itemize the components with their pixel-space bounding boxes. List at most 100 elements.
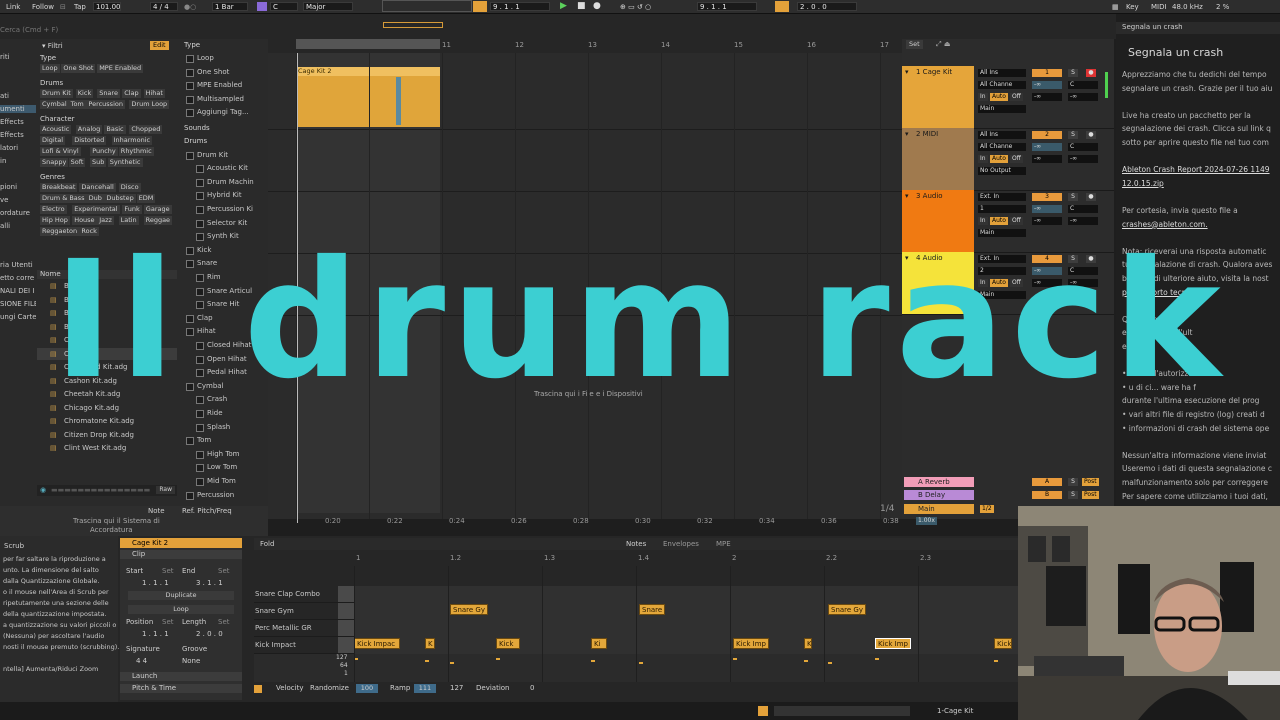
checkbox[interactable] <box>196 205 204 214</box>
monitor-off-button[interactable]: Off <box>1010 155 1023 163</box>
loop-start-field[interactable]: 9 . 1 . 1 <box>697 2 757 11</box>
filter-tag[interactable]: Distorted <box>72 136 107 145</box>
set-button[interactable]: Set <box>906 40 923 49</box>
drum-pad-lane[interactable]: Kick Impact <box>254 637 354 654</box>
filter-tag[interactable]: One Shot <box>61 64 96 73</box>
filter-tag[interactable]: Jazz <box>97 216 114 225</box>
note-snare[interactable]: Snare <box>639 604 665 615</box>
filter-tag[interactable]: Dancehall <box>79 183 116 192</box>
send-a-field[interactable]: -∞ <box>1032 217 1062 225</box>
note-snare[interactable]: Snare Gy <box>828 604 866 615</box>
key-select[interactable]: C <box>270 2 298 11</box>
drum-pad-lane[interactable]: Snare Clap Combo <box>254 586 354 603</box>
velocity-mark[interactable] <box>496 658 500 660</box>
metronome-icon[interactable]: ●○ <box>184 3 196 11</box>
send-b-field[interactable]: -∞ <box>1068 155 1098 163</box>
checkbox[interactable] <box>186 437 194 446</box>
pad-preview-button[interactable] <box>338 637 354 653</box>
randomize-button[interactable]: Randomize <box>310 685 349 692</box>
track-header[interactable]: ▾ 2 MIDI <box>902 128 974 190</box>
follow-button[interactable]: Follow <box>32 3 54 11</box>
filter-tag[interactable]: Drum Loop <box>129 100 170 109</box>
link-button[interactable]: Link <box>6 3 20 11</box>
record-icon[interactable]: ● <box>593 1 601 11</box>
loop-toggle-icon[interactable] <box>775 1 789 12</box>
filter-tag[interactable]: Chopped <box>129 125 163 134</box>
clip-section[interactable]: Clip <box>132 551 145 558</box>
tab-notes[interactable]: Notes <box>626 541 646 548</box>
pan-field[interactable]: C <box>1068 81 1098 89</box>
return-header[interactable]: B Delay <box>904 490 974 500</box>
filter-tag[interactable]: Kick <box>75 89 94 98</box>
ramp-button[interactable]: Ramp <box>390 685 410 692</box>
length-set-button[interactable]: Set <box>218 619 230 626</box>
filter-tag[interactable]: Hip Hop <box>40 216 70 225</box>
velocity-mark[interactable] <box>591 660 595 662</box>
fold-button[interactable]: Fold <box>260 541 274 548</box>
loop-length-field[interactable]: 2 . 0 . 0 <box>797 2 857 11</box>
checkbox[interactable] <box>196 464 204 473</box>
velocity-mark[interactable] <box>994 660 998 662</box>
output-select[interactable]: Main <box>978 105 1026 113</box>
monitor-off-button[interactable]: Off <box>1010 217 1023 225</box>
panel-link[interactable]: 12.0.15.zip <box>1122 179 1164 188</box>
arm-button[interactable]: ● <box>1086 69 1096 77</box>
scale-select[interactable]: Major <box>303 2 353 11</box>
tempo-field[interactable]: 101.00 <box>93 2 121 11</box>
input-channel-select[interactable]: 1 <box>978 205 1026 213</box>
pad-preview-button[interactable] <box>338 586 354 602</box>
end-set-button[interactable]: Set <box>218 568 230 575</box>
track-number[interactable]: 3 <box>1032 193 1062 201</box>
filter-tag[interactable]: Soft <box>68 158 86 167</box>
note-kick[interactable]: Kick <box>994 638 1012 649</box>
track-number[interactable]: 1 <box>1032 69 1062 77</box>
monitor-off-button[interactable]: Off <box>1010 93 1023 101</box>
filter-tag[interactable]: Acoustic <box>40 125 72 134</box>
tab-mpe[interactable]: MPE <box>716 541 731 548</box>
filter-tag[interactable]: Clap <box>122 89 141 98</box>
pitch-time-section[interactable]: Pitch & Time <box>132 685 176 692</box>
filter-tag[interactable]: Basic <box>104 125 126 134</box>
post-button[interactable]: Post <box>1082 478 1099 486</box>
input-type-select[interactable]: All Ins <box>978 69 1026 77</box>
filter-tag[interactable]: EDM <box>136 194 156 203</box>
output-select[interactable]: No Output <box>978 167 1026 175</box>
loop-button[interactable]: Loop <box>128 605 234 614</box>
return-header[interactable]: A Reverb <box>904 477 974 487</box>
pan-field[interactable]: C <box>1068 143 1098 151</box>
input-channel-select[interactable]: All Channe <box>978 143 1026 151</box>
position-field[interactable]: 1 . 1 . 1 <box>142 631 169 638</box>
filter-tag[interactable]: Punchy <box>90 147 118 156</box>
track-fold-icon[interactable]: ▾ <box>905 130 909 138</box>
filter-tag[interactable]: MPE Enabled <box>97 64 144 73</box>
post-button[interactable]: Post <box>1082 491 1099 499</box>
monitor-in-button[interactable]: In <box>978 217 988 225</box>
volume-field[interactable]: -∞ <box>1032 143 1062 151</box>
monitor-in-button[interactable]: In <box>978 93 988 101</box>
velocity-mark[interactable] <box>450 662 454 664</box>
filter-tag[interactable]: Snare <box>97 89 120 98</box>
checkbox[interactable] <box>186 95 194 104</box>
overview-window[interactable] <box>383 22 443 28</box>
file-row[interactable]: ▤ Clint West Kit.adg <box>37 442 177 454</box>
checkbox[interactable] <box>196 192 204 201</box>
main-header[interactable]: Main <box>904 504 974 514</box>
start-set-button[interactable]: Set <box>162 568 174 575</box>
tab-envelopes[interactable]: Envelopes <box>663 541 699 548</box>
position-field[interactable]: 9 . 1 . 1 <box>490 2 550 11</box>
filter-tag[interactable]: Latin <box>118 216 139 225</box>
monitor-auto-button[interactable]: Auto <box>990 217 1008 225</box>
filter-tag[interactable]: Inharmonic <box>111 136 153 145</box>
checkbox[interactable] <box>186 151 194 160</box>
play-icon[interactable]: ▶ <box>560 1 567 11</box>
pad-preview-button[interactable] <box>338 603 354 619</box>
search-field[interactable]: Cerca (Cmd + F) <box>0 27 58 34</box>
scale-icon[interactable] <box>257 2 267 11</box>
filter-tag[interactable]: Garage <box>143 205 172 214</box>
checkbox[interactable] <box>186 55 194 63</box>
ramp-end-field[interactable]: 127 <box>450 685 463 692</box>
filter-tag[interactable]: Reggae <box>143 216 173 225</box>
sidebar-item[interactable]: ordature <box>0 209 36 217</box>
filter-tag[interactable]: Analog <box>75 125 103 134</box>
velocity-mark[interactable] <box>875 658 879 660</box>
